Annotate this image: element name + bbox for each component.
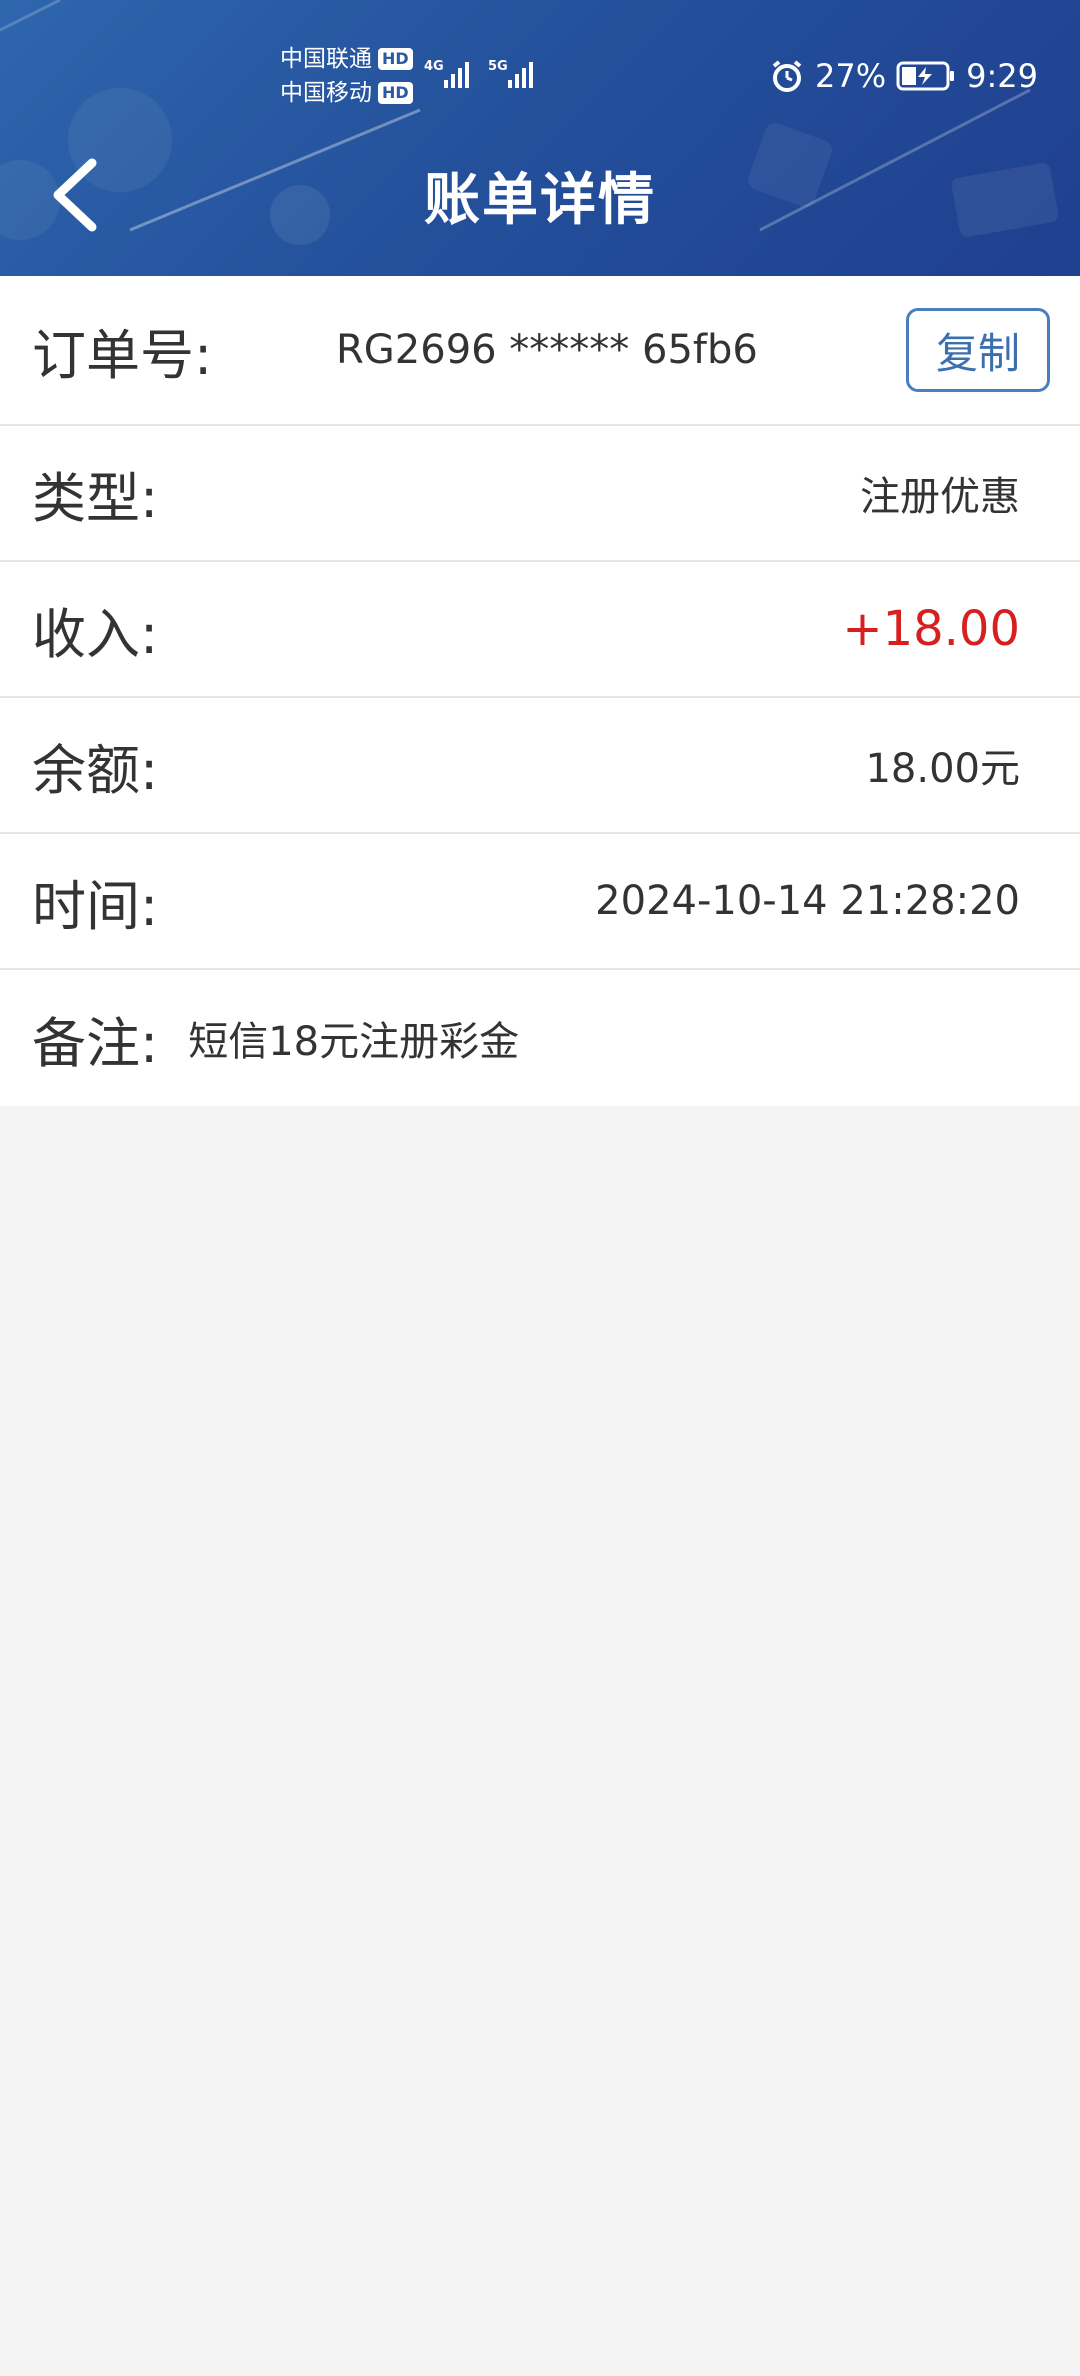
status-bar: 中国联通 HD 中国移动 HD 4G 5G 27% 9:29 <box>0 0 1080 150</box>
signal-indicators: 4G 5G <box>420 54 550 98</box>
balance-label: 余额: <box>32 738 159 802</box>
order-number: RG2696 ****** 65fb6 <box>336 327 758 373</box>
alarm-icon <box>772 60 802 92</box>
time-value: 2024-10-14 21:28:20 <box>595 878 1020 924</box>
bill-detail-list: 订单号: RG2696 ****** 65fb6 复制 类型: 注册优惠 收入:… <box>0 276 1080 1106</box>
type-label: 类型: <box>32 466 159 530</box>
clock-time: 9:29 <box>966 57 1038 95</box>
battery-percent: 27% <box>815 57 887 95</box>
remark-row: 备注: 短信18元注册彩金 <box>0 970 1080 1106</box>
page-title: 账单详情 <box>424 168 656 233</box>
header-bar: 中国联通 HD 中国移动 HD 4G 5G 27% 9:29 账单详情 <box>0 0 1080 276</box>
type-row: 类型: 注册优惠 <box>0 426 1080 562</box>
hd-badge: HD <box>378 48 413 70</box>
net-type-5g: 5G <box>488 59 508 74</box>
order-number-row: 订单号: RG2696 ****** 65fb6 复制 <box>0 276 1080 426</box>
order-label: 订单号: <box>32 323 213 387</box>
status-right: 27% 9:29 <box>769 50 1038 102</box>
balance-row: 余额: 18.00元 <box>0 698 1080 834</box>
time-row: 时间: 2024-10-14 21:28:20 <box>0 834 1080 970</box>
type-value: 注册优惠 <box>860 474 1020 520</box>
carrier-1: 中国联通 <box>280 46 372 72</box>
income-row: 收入: +18.00 <box>0 562 1080 698</box>
signal-icon: 4G 5G <box>424 59 533 88</box>
net-type-4g: 4G <box>424 59 444 74</box>
income-label: 收入: <box>32 602 159 666</box>
copy-button[interactable]: 复制 <box>906 308 1050 392</box>
battery-icon <box>896 61 955 91</box>
hd-badge: HD <box>378 82 413 104</box>
remark-value: 短信18元注册彩金 <box>188 1019 520 1065</box>
carrier-2: 中国移动 <box>280 80 372 106</box>
remark-label: 备注: <box>32 1011 159 1075</box>
income-value: +18.00 <box>842 601 1020 657</box>
balance-value: 18.00元 <box>865 746 1020 792</box>
time-label: 时间: <box>32 874 159 938</box>
